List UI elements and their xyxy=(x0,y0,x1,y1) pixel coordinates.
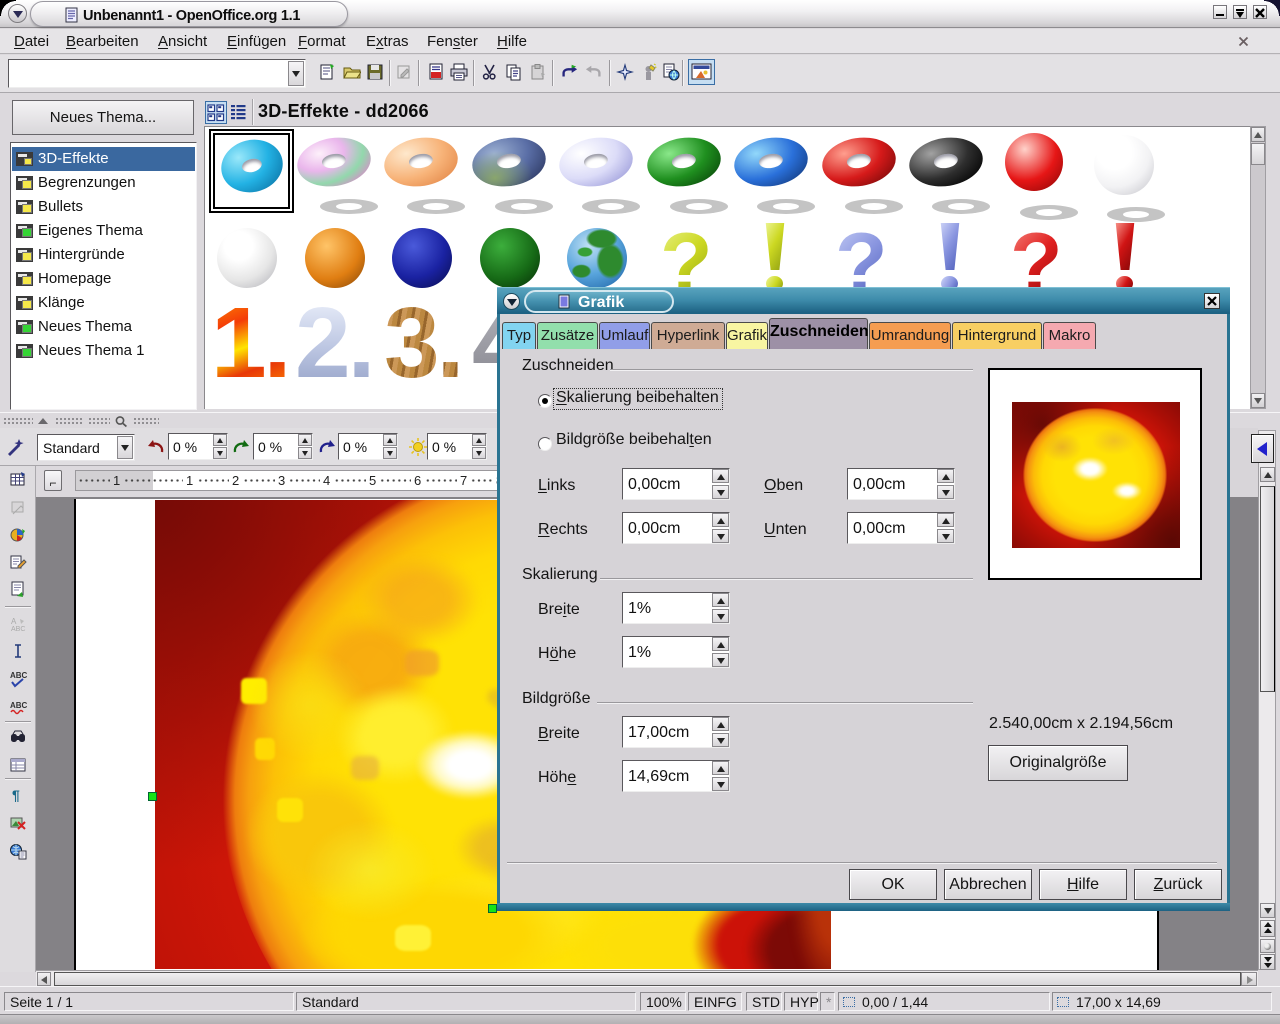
svg-text:¶: ¶ xyxy=(12,787,20,803)
svg-text:ABC: ABC xyxy=(11,626,25,633)
svg-text:ABC: ABC xyxy=(10,671,27,680)
svg-text:ABC: ABC xyxy=(10,701,27,710)
svg-text:A: A xyxy=(11,617,17,626)
